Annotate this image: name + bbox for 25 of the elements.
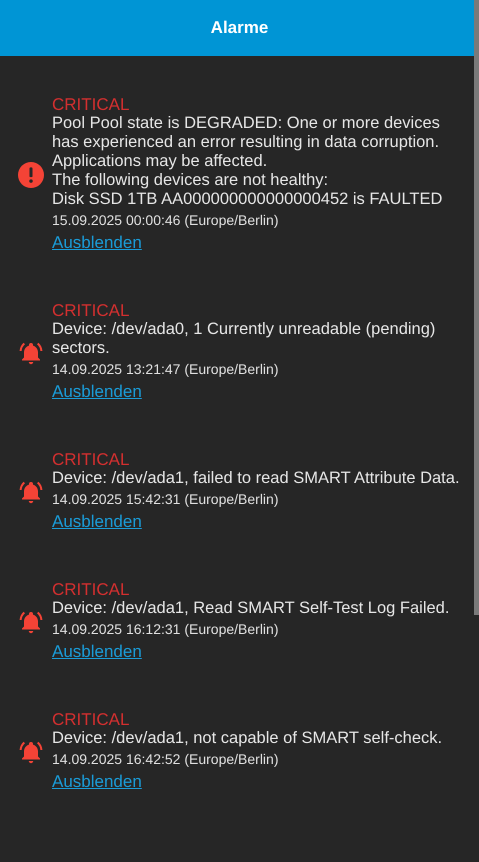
severity-label: CRITICAL <box>52 301 130 320</box>
bell-icon <box>18 609 44 635</box>
alarm-timestamp: 14.09.2025 15:42:31 (Europe/Berlin) <box>52 490 280 509</box>
hide-link[interactable]: Ausblenden <box>52 510 142 534</box>
alarm-message: Pool Pool state is DEGRADED: One or more devices has experienced an error resulting in data corruption. Applications may be affected. The following devices are not healthy: Disk SSD 1TB AA000000000000000452 is FAULTED <box>52 114 444 209</box>
alarm-message: Device: /dev/ada0, 1 Currently unreadable (pending) sectors. <box>52 320 436 358</box>
alarm-timestamp: 15.09.2025 00:00:46 (Europe/Berlin) <box>52 211 280 230</box>
alarm-timestamp: 14.09.2025 16:12:31 (Europe/Berlin) <box>52 620 280 639</box>
bell-icon <box>18 479 44 505</box>
alarm-timestamp: 14.09.2025 16:42:52 (Europe/Berlin) <box>52 750 280 769</box>
severity-label: CRITICAL <box>52 580 130 599</box>
severity-label: CRITICAL <box>52 95 130 114</box>
alarm-message: Device: /dev/ada1, not capable of SMART self-check. <box>52 729 444 748</box>
alarm-message: Device: /dev/ada1, Read SMART Self-Test Log Failed. <box>52 599 450 618</box>
bell-icon <box>18 739 44 765</box>
hide-link[interactable]: Ausblenden <box>52 770 142 794</box>
header-title: Alarme <box>210 18 268 38</box>
hide-link[interactable]: Ausblenden <box>52 640 142 664</box>
alarm-timestamp: 14.09.2025 13:21:47 (Europe/Berlin) <box>52 360 280 379</box>
error-icon <box>18 162 44 188</box>
hide-link[interactable]: Ausblenden <box>52 231 142 255</box>
severity-label: CRITICAL <box>52 710 130 729</box>
severity-label: CRITICAL <box>52 450 130 469</box>
hide-link[interactable]: Ausblenden <box>52 380 142 404</box>
alarm-message: Device: /dev/ada1, failed to read SMART Attribute Data. <box>52 469 461 488</box>
